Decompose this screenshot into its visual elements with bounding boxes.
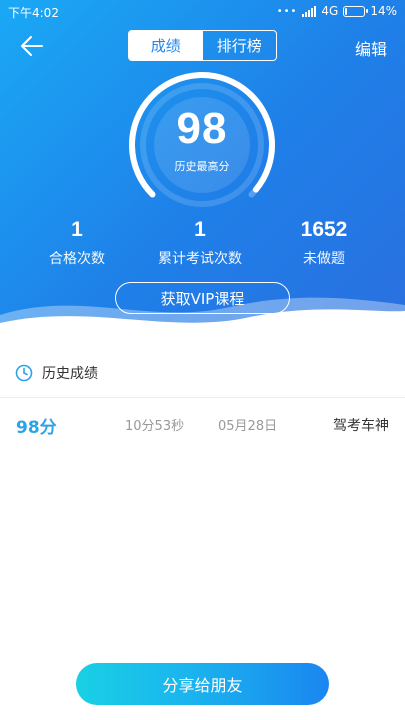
stat-value: 1 xyxy=(71,218,83,241)
stat-total-exams: 1 累计考试次数 xyxy=(135,218,265,268)
battery-percent: 14% xyxy=(370,4,397,18)
back-button[interactable] xyxy=(18,32,46,60)
battery-icon xyxy=(343,5,369,17)
best-score: 98 xyxy=(176,104,228,153)
arrow-left-icon xyxy=(21,36,43,56)
signal-icon xyxy=(302,5,317,17)
divider xyxy=(0,397,405,398)
stat-value: 1652 xyxy=(300,218,348,241)
history-record-row[interactable]: 98分 10分53秒 05月28日 驾考车神 xyxy=(0,405,405,445)
network-type: 4G xyxy=(321,4,339,18)
stat-pass-count: 1 合格次数 xyxy=(12,218,142,268)
stat-value: 1 xyxy=(194,218,206,241)
get-vip-course-button[interactable]: 获取VIP课程 xyxy=(115,282,290,314)
status-bar: 下午4:02 ••• 4G 14% xyxy=(0,0,405,24)
history-title: 历史成绩 xyxy=(42,366,98,382)
edit-button[interactable]: 编辑 xyxy=(355,36,387,60)
record-title: 驾考车神 xyxy=(333,418,389,434)
best-score-label: 历史最高分 xyxy=(174,160,230,173)
stat-unanswered: 1652 未做题 xyxy=(259,218,389,268)
record-score: 98分 xyxy=(16,418,57,438)
history-section-header: 历史成绩 xyxy=(0,352,405,394)
stat-label: 累计考试次数 xyxy=(158,251,242,267)
record-date: 05月28日 xyxy=(218,419,278,434)
tab-leaderboard[interactable]: 排行榜 xyxy=(203,31,277,60)
dots-icon: ••• xyxy=(276,5,298,17)
stat-label: 未做题 xyxy=(303,251,345,267)
status-time: 下午4:02 xyxy=(8,6,59,20)
tab-switch: 成绩 排行榜 xyxy=(128,30,277,61)
clock-icon xyxy=(15,364,33,382)
record-duration: 10分53秒 xyxy=(125,419,185,434)
stat-label: 合格次数 xyxy=(49,251,105,267)
share-to-friends-button[interactable]: 分享给朋友 xyxy=(76,663,329,705)
tab-scores[interactable]: 成绩 xyxy=(129,31,203,60)
status-indicators: ••• 4G 14% xyxy=(277,4,397,18)
